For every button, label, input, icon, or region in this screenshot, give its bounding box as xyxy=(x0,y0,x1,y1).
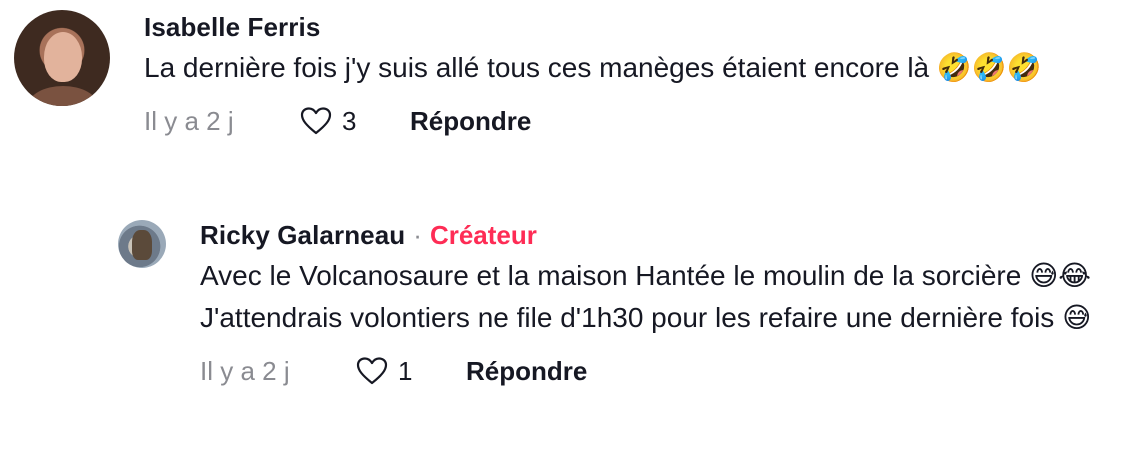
heart-outline-icon xyxy=(356,357,388,385)
reply-button[interactable]: Répondre xyxy=(410,106,531,137)
comment-header: Isabelle Ferris xyxy=(144,10,1134,44)
comment-text: La dernière fois j'y suis allé tous ces … xyxy=(144,52,1042,83)
avatar-figure xyxy=(132,230,152,260)
reply-timestamp: Il y a 2 j xyxy=(200,355,290,386)
creator-badge: Créateur xyxy=(429,219,537,250)
comment-username[interactable]: Isabelle Ferris xyxy=(144,12,320,43)
avatar-face xyxy=(44,32,82,82)
reply-body: Ricky Galarneau · Créateur Avec le Volca… xyxy=(200,218,1128,393)
like-count: 1 xyxy=(398,355,413,386)
reply-username[interactable]: Ricky Galarneau xyxy=(200,220,405,251)
comment-item: Isabelle Ferris La dernière fois j'y sui… xyxy=(14,10,1134,143)
creator-avatar[interactable] xyxy=(118,220,166,268)
reply-button[interactable]: Répondre xyxy=(466,356,587,387)
like-button[interactable]: 1 xyxy=(356,356,466,387)
comment-body: Isabelle Ferris La dernière fois j'y sui… xyxy=(144,10,1134,143)
like-count: 3 xyxy=(342,105,357,136)
heart-outline-icon xyxy=(300,107,332,135)
like-button[interactable]: 3 xyxy=(300,106,410,137)
commenter-avatar[interactable] xyxy=(14,10,110,106)
comment-meta: Il y a 2 j 3 Répondre xyxy=(144,99,1134,143)
avatar-shoulder xyxy=(28,86,98,106)
comment-timestamp: Il y a 2 j xyxy=(144,105,234,136)
name-separator: · xyxy=(413,219,422,250)
reply-comment-item: Ricky Galarneau · Créateur Avec le Volca… xyxy=(118,218,1128,393)
reply-header: Ricky Galarneau · Créateur xyxy=(200,218,1128,252)
reply-text: Avec le Volcanosaure et la maison Hantée… xyxy=(200,260,1092,333)
reply-meta: Il y a 2 j 1 Répondre xyxy=(200,349,1128,393)
